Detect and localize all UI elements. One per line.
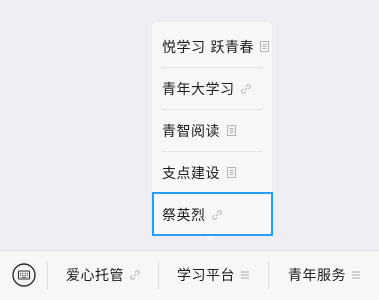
- menu-item-label: 祭英烈: [162, 208, 206, 224]
- tab-qingnian-fuwu[interactable]: 青年服务: [269, 251, 379, 299]
- link-icon: [130, 270, 140, 280]
- menu-item-jiyinglie[interactable]: 祭英烈: [162, 194, 262, 236]
- link-icon: [211, 209, 222, 221]
- tab-label: 学习平台: [177, 268, 235, 284]
- tab-label: 青年服务: [288, 268, 346, 284]
- screen: 悦学习 跃青春 青年大学习 青智阅读 支点建设 祭英烈 爱心托管 学习平台 青年…: [0, 0, 379, 300]
- keyboard-icon[interactable]: [12, 263, 36, 287]
- menu-item-label: 悦学习 跃青春: [162, 39, 254, 56]
- page-icon: [226, 167, 236, 179]
- menu-item-qingzhi-yuedu[interactable]: 青智阅读: [162, 110, 262, 152]
- menu-item-label: 青年大学习: [162, 81, 235, 98]
- menu-item-zhidian-jianshe[interactable]: 支点建设: [162, 152, 262, 194]
- tab-aixin-tuoguan[interactable]: 爱心托管: [48, 251, 158, 299]
- link-icon: [240, 83, 251, 95]
- submenu-popup: 悦学习 跃青春 青年大学习 青智阅读 支点建设 祭英烈: [152, 22, 272, 235]
- page-icon: [226, 125, 236, 137]
- menu-item-label: 青智阅读: [162, 123, 220, 140]
- tab-label: 爱心托管: [66, 268, 124, 284]
- page-icon: [259, 41, 269, 53]
- tab-xuexi-pingtai[interactable]: 学习平台: [159, 251, 267, 299]
- menu-item-qingnian-daxuexi[interactable]: 青年大学习: [162, 68, 262, 110]
- menu-icon: [352, 271, 360, 279]
- popup-caret: [205, 235, 217, 241]
- bottom-menu-bar: 爱心托管 学习平台 青年服务: [0, 250, 379, 300]
- menu-item-yuexuexi[interactable]: 悦学习 跃青春: [162, 26, 269, 68]
- menu-icon: [241, 271, 249, 279]
- menu-item-label: 支点建设: [162, 165, 220, 182]
